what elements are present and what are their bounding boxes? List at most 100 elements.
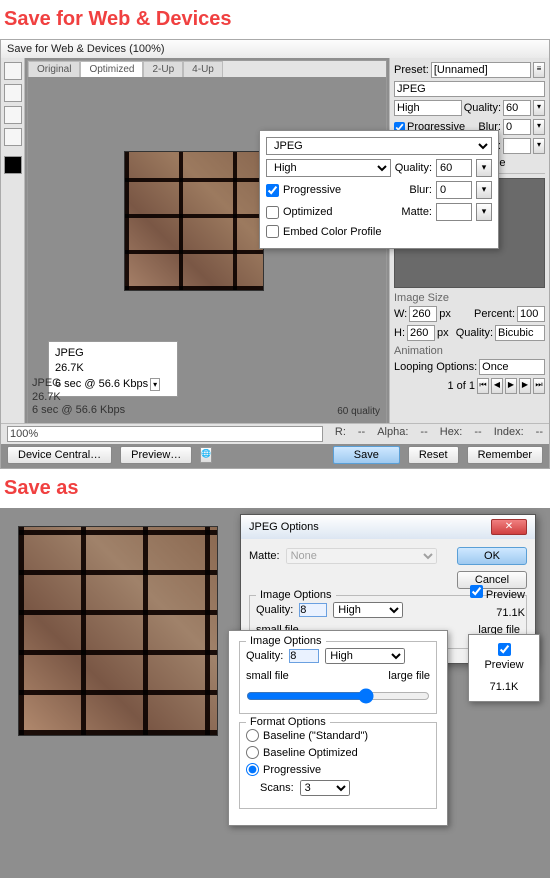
dialog-buttons: Device Central… Preview… 🌐 Save Reset Re… <box>1 444 549 466</box>
callout3-preview-label: Preview <box>484 659 523 671</box>
image-options-legend: Image Options <box>256 589 336 601</box>
callout3-size: 71.1K <box>477 681 531 693</box>
hand-tool[interactable] <box>4 62 22 80</box>
matte-label: Matte: <box>249 550 280 562</box>
scans-select[interactable]: 3 <box>300 780 350 796</box>
resample-select[interactable]: Bicubic <box>495 325 545 341</box>
quality-dd-icon[interactable]: ▾ <box>533 100 545 116</box>
callout-format-select[interactable]: JPEG <box>266 137 492 155</box>
frame-first-icon[interactable]: ⏮ <box>477 378 489 394</box>
callout-progressive-label: Progressive <box>283 184 341 196</box>
tab-original[interactable]: Original <box>28 61 80 77</box>
preview-size: 71.1K <box>470 607 525 619</box>
baseline-std-radio[interactable] <box>246 729 259 742</box>
baseline-opt-radio[interactable] <box>246 746 259 759</box>
frame-play-icon[interactable]: ▶ <box>505 378 517 394</box>
progressive-radio[interactable] <box>246 763 259 776</box>
callout-mode-select[interactable]: High <box>266 159 391 177</box>
scans-label: Scans: <box>260 782 294 794</box>
close-button[interactable]: ✕ <box>491 519 527 535</box>
blur-dd-icon[interactable]: ▾ <box>533 119 545 135</box>
status-alpha: Alpha: <box>377 426 408 442</box>
matte-select[interactable]: None <box>286 548 437 564</box>
matte-dd-icon[interactable]: ▾ <box>533 138 545 154</box>
blur-input[interactable] <box>503 119 531 135</box>
frame-last-icon[interactable]: ⏭ <box>533 378 545 394</box>
callout-blur-dd-icon[interactable]: ▾ <box>476 181 492 199</box>
status-size: 26.7K <box>32 391 125 404</box>
preset-select[interactable]: [Unnamed] <box>431 62 531 78</box>
callout-blur-label: Blur: <box>409 184 432 196</box>
dlg-quality-label: Quality: <box>256 604 293 616</box>
reset-button[interactable]: Reset <box>408 446 459 464</box>
status-bar: 100% R:-- Alpha:-- Hex:-- Index:-- <box>1 423 549 444</box>
callout3-preview-checkbox[interactable] <box>498 643 511 656</box>
format-select[interactable]: JPEG <box>394 81 545 97</box>
callout2-small-label: small file <box>246 670 289 682</box>
callout2-legend: Image Options <box>246 635 326 647</box>
ok-button[interactable]: OK <box>457 547 527 565</box>
quality-label: Quality: <box>464 102 501 114</box>
callout-quality-dd-icon[interactable]: ▾ <box>476 159 492 177</box>
progressive-label: Progressive <box>263 764 321 776</box>
callout2-quality-input[interactable] <box>289 649 319 663</box>
saveas-image-preview <box>18 526 218 736</box>
preview-button[interactable]: Preview… <box>120 446 192 464</box>
looping-label: Looping Options: <box>394 361 477 373</box>
baseline-std-label: Baseline ("Standard") <box>263 730 368 742</box>
save-button[interactable]: Save <box>333 446 400 464</box>
preview-checkbox[interactable] <box>470 585 483 598</box>
status-r: R: <box>335 426 346 442</box>
h-input[interactable] <box>407 325 435 341</box>
callout-blur-input[interactable] <box>436 181 472 199</box>
frame-next-icon[interactable]: ▶ <box>519 378 531 394</box>
status-format: JPEG <box>32 377 125 390</box>
callout-optimized-checkbox[interactable] <box>266 206 279 219</box>
looping-select[interactable]: Once <box>479 359 545 375</box>
foreground-swatch[interactable] <box>4 156 22 174</box>
dlg-quality-input[interactable] <box>299 603 327 617</box>
device-central-button[interactable]: Device Central… <box>7 446 112 464</box>
percent-input[interactable] <box>517 306 545 322</box>
preset-menu-icon[interactable]: ≡ <box>533 62 545 78</box>
w-input[interactable] <box>409 306 437 322</box>
callout-quality-input[interactable] <box>436 159 472 177</box>
info-format: JPEG <box>55 346 171 361</box>
zoom-tool[interactable] <box>4 106 22 124</box>
callout2-quality-label: Quality: <box>246 650 283 662</box>
status-time: 6 sec @ 56.6 Kbps <box>32 404 125 417</box>
quality-mode-select[interactable]: High <box>394 100 462 116</box>
format-settings-callout: JPEG High Quality: ▾ Progressive Blur: ▾… <box>259 130 499 249</box>
status-quality: 60 quality <box>337 406 380 417</box>
preview-tabs: Original Optimized 2-Up 4-Up <box>28 61 386 77</box>
callout2-mode-select[interactable]: High <box>325 648 405 664</box>
callout-matte-label: Matte: <box>401 206 432 218</box>
matte-swatch[interactable] <box>503 138 531 154</box>
status-hex: Hex: <box>440 426 463 442</box>
tab-2up[interactable]: 2-Up <box>143 61 183 77</box>
info-dropdown-icon[interactable]: ▾ <box>150 378 160 391</box>
save-as-area: JPEG Options ✕ Matte: None OK Cancel Ima… <box>0 508 550 878</box>
callout-matte-swatch[interactable] <box>436 203 472 221</box>
animation-header: Animation <box>394 345 545 357</box>
slice-tool[interactable] <box>4 84 22 102</box>
callout-quality-label: Quality: <box>395 162 432 174</box>
quality-slider[interactable] <box>246 688 430 704</box>
callout-embed-checkbox[interactable] <box>266 225 279 238</box>
save-for-web-window: Save for Web & Devices (100%) Original O… <box>0 39 550 469</box>
resample-label: Quality: <box>456 327 493 339</box>
tab-4up[interactable]: 4-Up <box>183 61 223 77</box>
quality-input[interactable] <box>503 100 531 116</box>
callout-matte-dd-icon[interactable]: ▾ <box>476 203 492 221</box>
image-preview <box>124 151 264 291</box>
browser-preview-icon[interactable]: 🌐 <box>200 447 212 463</box>
callout-progressive-checkbox[interactable] <box>266 184 279 197</box>
frame-prev-icon[interactable]: ◀ <box>491 378 503 394</box>
tab-optimized[interactable]: Optimized <box>80 61 143 77</box>
remember-button[interactable]: Remember <box>467 446 543 464</box>
info-size: 26.7K <box>55 361 171 376</box>
eyedropper-tool[interactable] <box>4 128 22 146</box>
dlg-quality-mode-select[interactable]: High <box>333 602 403 618</box>
zoom-select[interactable]: 100% <box>7 426 323 442</box>
w-label: W: <box>394 308 407 320</box>
